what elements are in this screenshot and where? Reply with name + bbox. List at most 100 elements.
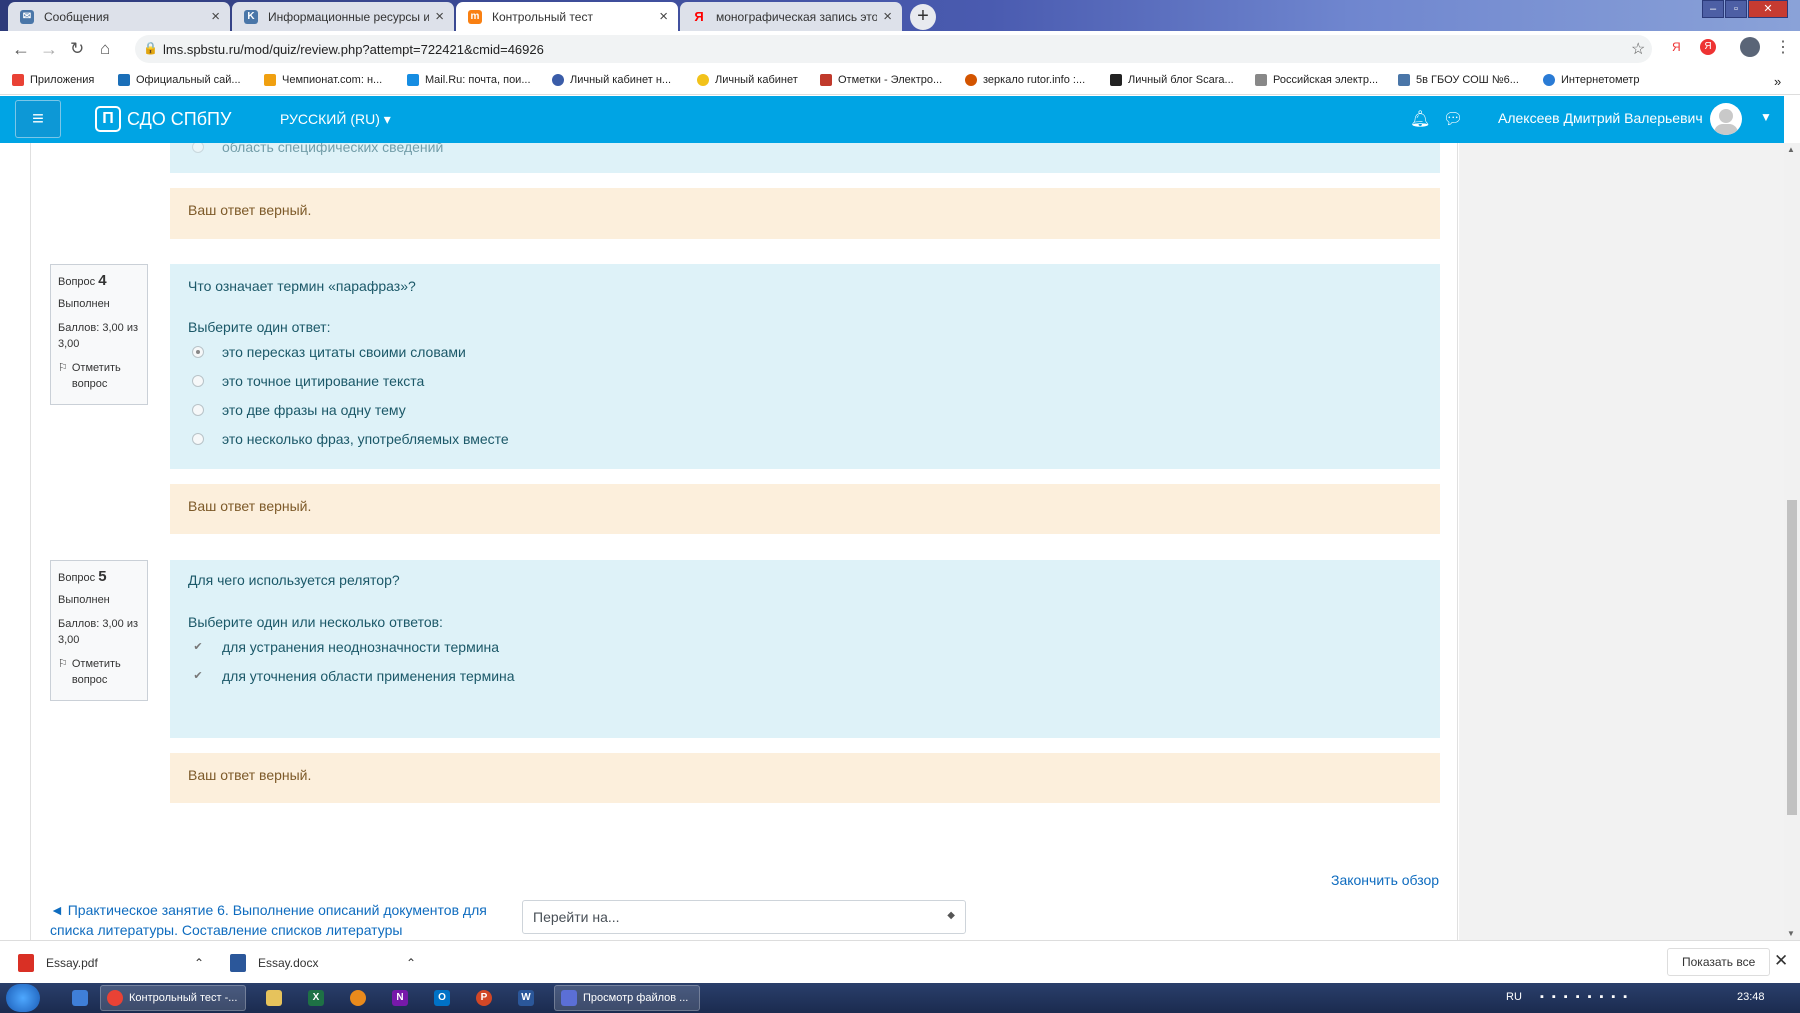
bookmark-item[interactable]: Российская электр... <box>1255 74 1378 86</box>
radio-button[interactable] <box>192 143 204 153</box>
tab-yandex-search[interactable]: Я монографическая запись это — × <box>680 2 902 31</box>
close-icon[interactable]: × <box>211 8 220 25</box>
answer-prompt: Выберите один ответ: <box>188 319 331 335</box>
bookmark-item[interactable]: Официальный сай... <box>118 74 241 86</box>
avatar[interactable] <box>1710 103 1742 135</box>
bookmark-item[interactable]: Mail.Ru: почта, пои... <box>407 74 531 86</box>
new-tab-button[interactable]: + <box>910 4 936 30</box>
bookmark-item[interactable]: зеркало rutor.info :... <box>965 74 1085 86</box>
star-icon[interactable]: ☆ <box>1631 39 1645 59</box>
answer-option[interactable]: это пересказ цитаты своими словами <box>192 344 466 360</box>
bookmark-item[interactable]: 5в ГБОУ СОШ №6... <box>1398 74 1519 86</box>
bookmark-item[interactable]: Отметки - Электро... <box>820 74 942 86</box>
bookmark-apps[interactable]: Приложения <box>12 74 94 86</box>
taskbar-icon[interactable]: W <box>512 985 546 1011</box>
download-item[interactable]: Essay.docx ⌃ <box>230 941 416 984</box>
start-button[interactable] <box>6 984 40 1012</box>
tray-icons[interactable]: ▪▪▪▪▪▪▪▪ <box>1540 991 1635 1003</box>
answer-option[interactable]: область специфических сведений <box>192 143 443 155</box>
taskbar-icon[interactable]: N <box>386 985 420 1011</box>
yandex-extension-icon[interactable]: Я <box>1672 40 1681 54</box>
forward-icon[interactable]: → <box>40 39 58 60</box>
answer-option[interactable]: это две фразы на одну тему <box>192 402 406 418</box>
question-score: Баллов: 3,00 из 3,00 <box>58 322 139 350</box>
bell-icon[interactable]: 🔔︎ <box>1410 109 1430 129</box>
back-icon[interactable]: ← <box>12 39 30 60</box>
menu-icon[interactable]: ⋮ <box>1775 37 1791 57</box>
chevron-down-icon[interactable]: ▼ <box>1760 110 1772 124</box>
site-navbar: ≡ П СДО СПбПУ РУССКИЙ (RU) ▾ 🔔︎ 💬︎ Алекс… <box>0 96 1784 143</box>
window-close-button[interactable]: ✕ <box>1748 0 1788 18</box>
finish-review-link[interactable]: Закончить обзор <box>1331 872 1439 888</box>
bookmark-item[interactable]: Личный кабинет н... <box>552 74 671 86</box>
user-name[interactable]: Алексеев Дмитрий Валерьевич <box>1498 110 1703 126</box>
tab-messages[interactable]: ✉ Сообщения × <box>8 2 230 31</box>
question-3-feedback: Ваш ответ верный. <box>170 188 1440 239</box>
taskbar-icon[interactable]: P <box>470 985 504 1011</box>
word-file-icon <box>230 953 246 972</box>
site-logo[interactable]: П СДО СПбПУ <box>95 106 231 132</box>
taskbar-file-viewer-window[interactable]: Просмотр файлов ... <box>554 985 700 1011</box>
jump-to-select[interactable]: Перейти на... ◆ <box>522 900 966 934</box>
taskbar-icon[interactable]: O <box>428 985 462 1011</box>
page-content <box>30 143 1458 940</box>
bookmark-item[interactable]: Чемпионат.com: н... <box>264 74 382 86</box>
taskbar-chrome-window[interactable]: Контрольный тест -... <box>100 985 246 1011</box>
scroll-up-icon[interactable]: ▲ <box>1787 145 1795 154</box>
chevron-up-icon[interactable]: ⌃ <box>194 956 204 970</box>
close-icon[interactable]: × <box>659 8 668 25</box>
clock[interactable]: 23:48 <box>1737 991 1765 1003</box>
apps-grid-icon <box>12 74 24 86</box>
more-bookmarks-icon[interactable]: » <box>1774 74 1781 89</box>
chat-icon[interactable]: 💬︎ <box>1443 109 1463 129</box>
reload-icon[interactable]: ↻ <box>70 39 84 59</box>
download-item[interactable]: Essay.pdf ⌃ <box>18 941 204 984</box>
tab-info-resources[interactable]: K Информационные ресурсы и т × <box>232 2 454 31</box>
previous-activity-link[interactable]: ◄ Практическое занятие 6. Выполнение опи… <box>50 900 500 940</box>
close-icon[interactable]: × <box>435 8 444 25</box>
site-icon <box>965 74 977 86</box>
chevron-up-icon[interactable]: ⌃ <box>406 956 416 970</box>
yandex-badge-icon[interactable]: Я <box>1700 39 1716 55</box>
profile-icon[interactable] <box>1740 37 1760 57</box>
scrollbar-thumb[interactable] <box>1787 500 1797 815</box>
question-number: 5 <box>98 568 107 585</box>
site-icon <box>552 74 564 86</box>
maximize-button[interactable]: ▫ <box>1725 0 1747 18</box>
minimize-button[interactable]: – <box>1702 0 1724 18</box>
keyboard-language[interactable]: RU <box>1506 991 1522 1003</box>
question-5-content: Для чего используется релятор? Выберите … <box>170 560 1440 738</box>
radio-button[interactable] <box>192 375 204 387</box>
taskbar-icon[interactable] <box>66 985 100 1011</box>
home-icon[interactable]: ⌂ <box>100 39 110 59</box>
flag-question-link[interactable]: ⚐ Отметить вопрос <box>58 656 140 688</box>
bookmark-item[interactable]: Личный кабинет <box>697 74 798 86</box>
close-icon[interactable]: × <box>883 8 892 25</box>
show-all-downloads-button[interactable]: Показать все <box>1667 948 1771 976</box>
tab-quiz[interactable]: m Контрольный тест × <box>456 2 678 31</box>
answer-option[interactable]: это точное цитирование текста <box>192 373 424 389</box>
side-region <box>1459 143 1784 940</box>
radio-button[interactable] <box>192 404 204 416</box>
answer-option[interactable]: ✔ для уточнения области применения терми… <box>192 668 514 684</box>
radio-button-checked[interactable] <box>192 346 204 358</box>
checkbox-checked[interactable]: ✔ <box>192 641 204 653</box>
flag-question-link[interactable]: ⚐ Отметить вопрос <box>58 360 140 392</box>
question-state: Выполнен <box>58 298 110 310</box>
answer-option[interactable]: ✔ для устранения неоднозначности термина <box>192 639 499 655</box>
language-menu[interactable]: РУССКИЙ (RU) ▾ <box>280 111 391 128</box>
close-icon[interactable]: ✕ <box>1774 951 1788 971</box>
scroll-down-icon[interactable]: ▼ <box>1787 929 1795 938</box>
answer-option[interactable]: это несколько фраз, употребляемых вместе <box>192 431 509 447</box>
taskbar-icon[interactable] <box>344 985 378 1011</box>
radio-button[interactable] <box>192 433 204 445</box>
taskbar-icon[interactable] <box>260 985 294 1011</box>
bookmark-item[interactable]: Интернетометр <box>1543 74 1639 86</box>
site-icon <box>407 74 419 86</box>
url-field[interactable]: 🔒 lms.spbstu.ru/mod/quiz/review.php?atte… <box>135 35 1652 63</box>
taskbar-icon[interactable]: X <box>302 985 336 1011</box>
checkbox-checked[interactable]: ✔ <box>192 670 204 682</box>
bookmark-item[interactable]: Личный блог Scara... <box>1110 74 1234 86</box>
scrollbar[interactable]: ▲ ▼ <box>1784 143 1800 940</box>
drawer-toggle-button[interactable]: ≡ <box>15 100 61 138</box>
